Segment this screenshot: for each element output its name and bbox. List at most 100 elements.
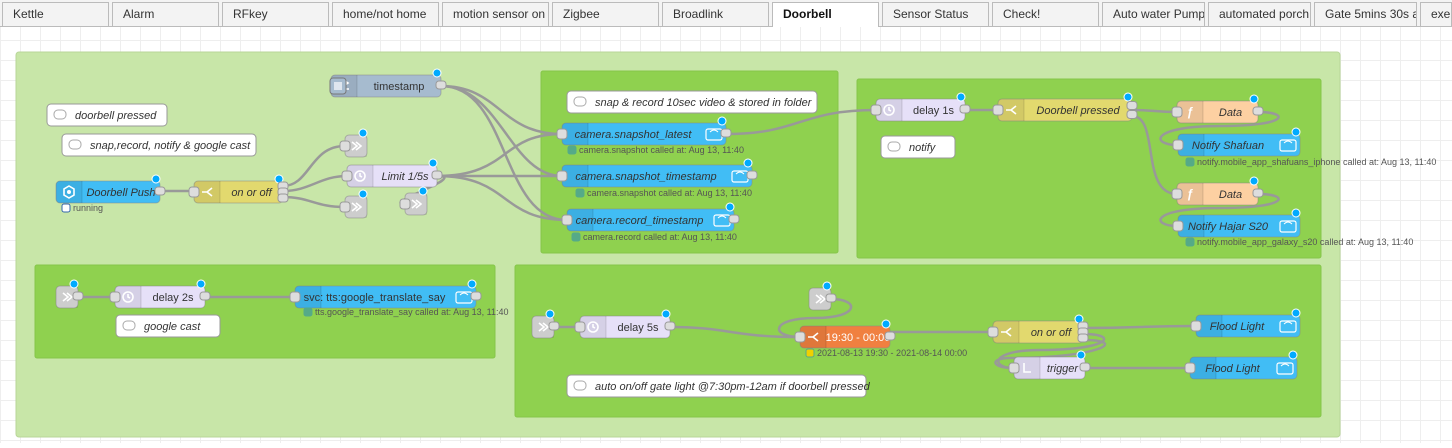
input-port[interactable] — [341, 170, 353, 182]
tab-gate-5mins[interactable]: Gate 5mins 30s aut — [1314, 2, 1417, 26]
status-indicator — [567, 145, 577, 155]
input-port[interactable] — [987, 326, 999, 338]
changed-indicator — [358, 189, 368, 199]
node-label: Doorbell Push — [86, 187, 155, 199]
input-port[interactable] — [289, 291, 301, 303]
output-port[interactable] — [154, 186, 166, 196]
node-status: notify.mobile_app_galaxy_s20 called at: … — [1197, 237, 1413, 247]
node-c-gate[interactable]: auto on/off gate light @7:30pm-12am if d… — [566, 374, 871, 398]
tab-automated-porch-light[interactable]: automated porch lig — [1208, 2, 1311, 26]
output-port[interactable] — [1126, 110, 1138, 119]
output-port[interactable] — [470, 291, 482, 301]
node-c-doorbell[interactable]: doorbell pressed — [46, 103, 168, 127]
input-port[interactable] — [188, 186, 200, 198]
tab-doorbell[interactable]: Doorbell — [772, 2, 879, 28]
flow-canvas[interactable]: doorbell pressed snap,record, notify & go… — [0, 27, 1452, 443]
input-port[interactable] — [1172, 139, 1184, 151]
changed-indicator — [1249, 94, 1259, 104]
tab-broadlink[interactable]: Broadlink — [662, 2, 769, 26]
output-port[interactable] — [825, 293, 837, 303]
input-port[interactable] — [870, 104, 882, 116]
output-port[interactable] — [1126, 101, 1138, 110]
input-port[interactable] — [399, 198, 411, 210]
tab-zigbee[interactable]: Zigbee — [552, 2, 659, 26]
node-tts[interactable]: svc: tts:google_translate_say tts.google_… — [289, 279, 508, 317]
output-port[interactable] — [199, 291, 211, 301]
input-port[interactable] — [574, 321, 586, 333]
input-port[interactable] — [1184, 362, 1196, 374]
input-port[interactable] — [1172, 220, 1184, 232]
input-port[interactable] — [992, 104, 1004, 116]
node-label: 19:30 - 00:00 — [826, 332, 891, 344]
status-indicator — [571, 232, 581, 242]
tab-check[interactable]: Check! — [992, 2, 1099, 26]
output-port[interactable] — [1252, 188, 1264, 198]
input-port[interactable] — [109, 291, 121, 303]
node-label: Flood Light — [1205, 363, 1260, 375]
input-port[interactable] — [556, 128, 568, 140]
changed-indicator — [1291, 127, 1301, 137]
node-label: delay 1s — [913, 105, 954, 117]
input-port[interactable] — [1190, 320, 1202, 332]
flow-workspace[interactable]: doorbell pressed snap,record, notify & go… — [0, 27, 1452, 443]
node-rec-ts[interactable]: camera.record_timestamp camera.record cal… — [561, 202, 740, 242]
tab-rfkey[interactable]: RFkey — [222, 2, 329, 26]
tab-motion-sensor[interactable]: motion sensor on of — [442, 2, 549, 26]
output-port[interactable] — [431, 170, 443, 180]
node-status: running — [73, 203, 103, 213]
output-port[interactable] — [1252, 106, 1264, 116]
output-port[interactable] — [72, 291, 84, 301]
output-port[interactable] — [720, 128, 732, 138]
changed-indicator — [151, 174, 161, 184]
node-label: notify — [909, 142, 937, 154]
changed-indicator — [418, 186, 428, 196]
node-label: Notify Shafuan — [1192, 140, 1264, 152]
node-snap-ts[interactable]: camera.snapshot_timestamp camera.snapshot… — [556, 158, 758, 198]
changed-indicator — [428, 158, 438, 168]
output-port[interactable] — [746, 170, 758, 180]
changed-indicator — [725, 202, 735, 212]
node-c-snap[interactable]: snap,record, notify & google cast — [61, 133, 257, 157]
node-label: on or off — [231, 187, 272, 199]
tab-exe[interactable]: exe — [1420, 2, 1452, 26]
changed-indicator — [743, 158, 753, 168]
node-status: camera.record called at: Aug 13, 11:40 — [583, 232, 737, 242]
tab-sensor-status[interactable]: Sensor Status — [882, 2, 989, 26]
tab-auto-water-pump[interactable]: Auto water Pump o — [1102, 2, 1205, 26]
node-status: camera.snapshot called at: Aug 13, 11:40 — [579, 145, 744, 155]
input-port[interactable] — [339, 201, 351, 213]
node-label: camera.record_timestamp — [576, 215, 704, 227]
node-label: snap & record 10sec video & stored in fo… — [595, 97, 813, 109]
node-label: svc: tts:google_translate_say — [304, 292, 446, 304]
node-label: camera.snapshot_timestamp — [575, 171, 716, 183]
input-port[interactable] — [339, 140, 351, 152]
node-label: timestamp — [374, 81, 425, 93]
input-port[interactable] — [561, 214, 573, 226]
output-port[interactable] — [664, 321, 676, 331]
node-snap-latest[interactable]: camera.snapshot_latest camera.snapshot ca… — [556, 116, 744, 155]
output-port[interactable] — [277, 193, 289, 203]
output-port[interactable] — [1077, 333, 1089, 343]
input-port[interactable] — [1008, 362, 1020, 374]
tab-kettle[interactable]: Kettle — [2, 2, 109, 26]
status-indicator — [303, 307, 313, 317]
input-port[interactable] — [1171, 106, 1183, 118]
output-port[interactable] — [435, 80, 447, 90]
output-port[interactable] — [1079, 362, 1091, 372]
input-port[interactable] — [556, 170, 568, 182]
node-c-cast[interactable]: google cast — [115, 314, 221, 338]
node-notify-hajar[interactable]: Notify Hajar S20 notify.mobile_app_galaxy… — [1172, 208, 1413, 247]
changed-indicator — [822, 281, 832, 291]
input-port[interactable] — [1171, 188, 1183, 200]
output-port[interactable] — [884, 331, 896, 341]
node-c-notify[interactable]: notify — [880, 135, 956, 159]
function-icon: ƒ — [1187, 105, 1194, 119]
node-label: on or off — [1031, 327, 1072, 339]
output-port[interactable] — [959, 104, 971, 114]
tab-alarm[interactable]: Alarm — [112, 2, 219, 26]
output-port[interactable] — [728, 214, 740, 224]
tab-home-not-home[interactable]: home/not home — [332, 2, 439, 26]
output-port[interactable] — [548, 321, 560, 331]
node-c-video[interactable]: snap & record 10sec video & stored in fo… — [566, 90, 818, 114]
input-port[interactable] — [794, 331, 806, 343]
